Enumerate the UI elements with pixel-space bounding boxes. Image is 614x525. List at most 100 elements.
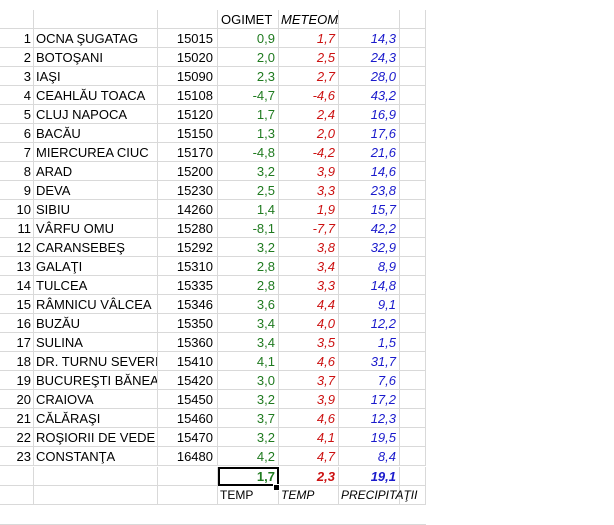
row-number-cell[interactable]: 14 xyxy=(0,276,34,295)
cell[interactable] xyxy=(400,219,426,238)
row-number-cell[interactable]: 11 xyxy=(0,219,34,238)
meteomanz-temp-cell[interactable]: 4,6 xyxy=(279,352,339,371)
meteomanz-temp-cell[interactable]: 3,8 xyxy=(279,238,339,257)
precip-cell[interactable]: 14,6 xyxy=(339,162,400,181)
station-code-cell[interactable]: 15015 xyxy=(158,29,218,48)
meteomanz-temp-cell[interactable]: 3,9 xyxy=(279,390,339,409)
cell[interactable] xyxy=(158,486,218,505)
ogimet-temp-cell[interactable]: 2,0 xyxy=(218,48,279,67)
cell[interactable] xyxy=(400,257,426,276)
ogimet-temp-cell[interactable]: 3,0 xyxy=(218,371,279,390)
precip-cell[interactable]: 14,3 xyxy=(339,29,400,48)
station-name-cell[interactable]: CONSTANŢA xyxy=(34,447,158,466)
cell[interactable] xyxy=(400,200,426,219)
precip-cell[interactable]: 21,6 xyxy=(339,143,400,162)
station-code-cell[interactable]: 15310 xyxy=(158,257,218,276)
cell[interactable] xyxy=(400,143,426,162)
meteomanz-temp-cell[interactable]: 3,3 xyxy=(279,181,339,200)
meteomanz-header[interactable]: METEOMANZ xyxy=(279,10,339,29)
ogimet-temp-cell[interactable]: -4,8 xyxy=(218,143,279,162)
station-name-cell[interactable]: CARANSEBEŞ xyxy=(34,238,158,257)
cell[interactable] xyxy=(400,352,426,371)
station-name-cell[interactable]: VÂRFU OMU xyxy=(34,219,158,238)
station-code-cell[interactable]: 15420 xyxy=(158,371,218,390)
cell[interactable] xyxy=(34,467,158,486)
station-name-cell[interactable]: RÂMNICU VÂLCEA xyxy=(34,295,158,314)
cell[interactable] xyxy=(0,467,34,486)
station-code-cell[interactable]: 15200 xyxy=(158,162,218,181)
meteomanz-temp-cell[interactable]: 3,7 xyxy=(279,371,339,390)
station-name-cell[interactable]: TULCEA xyxy=(34,276,158,295)
station-code-cell[interactable]: 15360 xyxy=(158,333,218,352)
cell[interactable] xyxy=(400,29,426,48)
cell[interactable] xyxy=(0,10,34,29)
ogimet-temp-cell[interactable]: 1,4 xyxy=(218,200,279,219)
precip-cell[interactable]: 1,5 xyxy=(339,333,400,352)
precip-cell[interactable]: 16,9 xyxy=(339,105,400,124)
station-name-cell[interactable]: DEVA xyxy=(34,181,158,200)
station-code-cell[interactable]: 15292 xyxy=(158,238,218,257)
cell[interactable] xyxy=(400,86,426,105)
row-number-cell[interactable]: 16 xyxy=(0,314,34,333)
precip-average-cell[interactable]: 19,1 xyxy=(339,467,400,486)
precip-cell[interactable]: 15,7 xyxy=(339,200,400,219)
station-code-cell[interactable]: 15108 xyxy=(158,86,218,105)
meteomanz-temp-cell[interactable]: 4,6 xyxy=(279,409,339,428)
station-name-cell[interactable]: IAŞI xyxy=(34,67,158,86)
ogimet-temp-cell[interactable]: 2,3 xyxy=(218,67,279,86)
station-name-cell[interactable]: BUZĂU xyxy=(34,314,158,333)
ogimet-temp-label[interactable]: TEMP xyxy=(218,486,279,505)
meteomanz-temp-cell[interactable]: 3,5 xyxy=(279,333,339,352)
ogimet-temp-cell[interactable]: 3,2 xyxy=(218,390,279,409)
ogimet-temp-cell[interactable]: -4,7 xyxy=(218,86,279,105)
ogimet-temp-cell[interactable]: 4,2 xyxy=(218,447,279,466)
ogimet-temp-cell[interactable]: 3,7 xyxy=(218,409,279,428)
meteomanz-temp-cell[interactable]: -7,7 xyxy=(279,219,339,238)
station-name-cell[interactable]: ARAD xyxy=(34,162,158,181)
meteomanz-temp-cell[interactable]: 4,4 xyxy=(279,295,339,314)
meteomanz-temp-label[interactable]: TEMP xyxy=(279,486,339,505)
station-code-cell[interactable]: 15350 xyxy=(158,314,218,333)
meteomanz-temp-cell[interactable]: 2,5 xyxy=(279,48,339,67)
meteomanz-temp-cell[interactable]: -4,6 xyxy=(279,86,339,105)
row-number-cell[interactable]: 23 xyxy=(0,447,34,466)
row-number-cell[interactable]: 4 xyxy=(0,86,34,105)
cell[interactable] xyxy=(158,10,218,29)
cell[interactable] xyxy=(158,467,218,486)
cell[interactable] xyxy=(400,124,426,143)
cell[interactable] xyxy=(400,390,426,409)
meteomanz-temp-cell[interactable]: 4,1 xyxy=(279,428,339,447)
precip-cell[interactable]: 23,8 xyxy=(339,181,400,200)
station-name-cell[interactable]: SIBIU xyxy=(34,200,158,219)
row-number-cell[interactable]: 5 xyxy=(0,105,34,124)
row-number-cell[interactable]: 20 xyxy=(0,390,34,409)
station-name-cell[interactable]: BACĂU xyxy=(34,124,158,143)
precip-cell[interactable]: 19,5 xyxy=(339,428,400,447)
station-name-cell[interactable]: CĂLĂRAŞI xyxy=(34,409,158,428)
row-number-cell[interactable]: 2 xyxy=(0,48,34,67)
meteomanz-temp-cell[interactable]: 3,3 xyxy=(279,276,339,295)
cell[interactable] xyxy=(400,67,426,86)
ogimet-temp-cell[interactable]: 2,8 xyxy=(218,257,279,276)
precip-cell[interactable]: 31,7 xyxy=(339,352,400,371)
ogimet-temp-cell[interactable]: 3,4 xyxy=(218,333,279,352)
precip-cell[interactable]: 7,6 xyxy=(339,371,400,390)
station-name-cell[interactable]: SULINA xyxy=(34,333,158,352)
station-code-cell[interactable]: 14260 xyxy=(158,200,218,219)
cell[interactable] xyxy=(34,10,158,29)
cell[interactable] xyxy=(400,467,426,486)
station-code-cell[interactable]: 15470 xyxy=(158,428,218,447)
ogimet-temp-cell[interactable]: 3,6 xyxy=(218,295,279,314)
meteomanz-temp-cell[interactable]: 3,9 xyxy=(279,162,339,181)
cell[interactable] xyxy=(400,314,426,333)
cell[interactable] xyxy=(34,486,158,505)
cell[interactable] xyxy=(400,276,426,295)
ogimet-temp-cell[interactable]: 2,5 xyxy=(218,181,279,200)
precip-label[interactable]: PRECIPITAŢII xyxy=(339,486,417,505)
station-name-cell[interactable]: CRAIOVA xyxy=(34,390,158,409)
station-code-cell[interactable]: 15460 xyxy=(158,409,218,428)
row-number-cell[interactable]: 9 xyxy=(0,181,34,200)
meteomanz-temp-cell[interactable]: 3,4 xyxy=(279,257,339,276)
row-number-cell[interactable]: 21 xyxy=(0,409,34,428)
row-number-cell[interactable]: 19 xyxy=(0,371,34,390)
